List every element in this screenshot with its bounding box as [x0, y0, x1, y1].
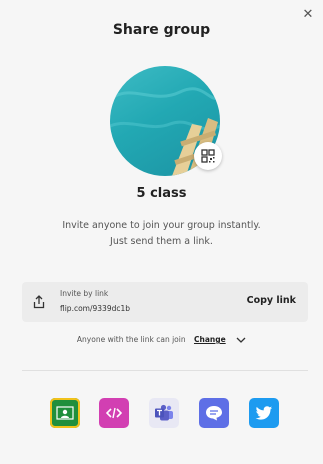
- divider: [22, 370, 308, 371]
- google-classroom-icon[interactable]: [50, 398, 80, 428]
- group-avatar: [110, 66, 222, 176]
- share-group-dialog: ✕ Share group 5 class Invite anyone to j…: [0, 0, 323, 464]
- share-targets: [50, 398, 290, 432]
- qr-code-icon[interactable]: [194, 142, 222, 170]
- invite-link-box: Invite by link flip.com/9339dc1b Copy li…: [22, 282, 308, 322]
- description-line-1: Invite anyone to join your group instant…: [62, 220, 261, 231]
- invite-by-link-label: Invite by link: [60, 289, 109, 298]
- chevron-down-icon[interactable]: [236, 336, 246, 345]
- microsoft-teams-icon[interactable]: [149, 398, 179, 428]
- change-permission-button[interactable]: Change: [194, 335, 226, 344]
- share-description: Invite anyone to join your group instant…: [0, 218, 323, 250]
- remind-icon[interactable]: [199, 398, 229, 428]
- twitter-icon[interactable]: [249, 398, 279, 428]
- copy-link-button[interactable]: Copy link: [247, 295, 296, 306]
- link-permission: Anyone with the link can join Change: [0, 335, 323, 345]
- permission-text: Anyone with the link can join: [76, 335, 186, 344]
- group-name: 5 class: [136, 186, 187, 201]
- share-upload-icon: [33, 294, 45, 309]
- dialog-title: Share group: [112, 22, 211, 38]
- invite-url: flip.com/9339dc1b: [60, 304, 131, 313]
- close-icon[interactable]: ✕: [301, 8, 315, 22]
- embed-code-icon[interactable]: [99, 398, 129, 428]
- description-line-2: Just send them a link.: [110, 236, 213, 247]
